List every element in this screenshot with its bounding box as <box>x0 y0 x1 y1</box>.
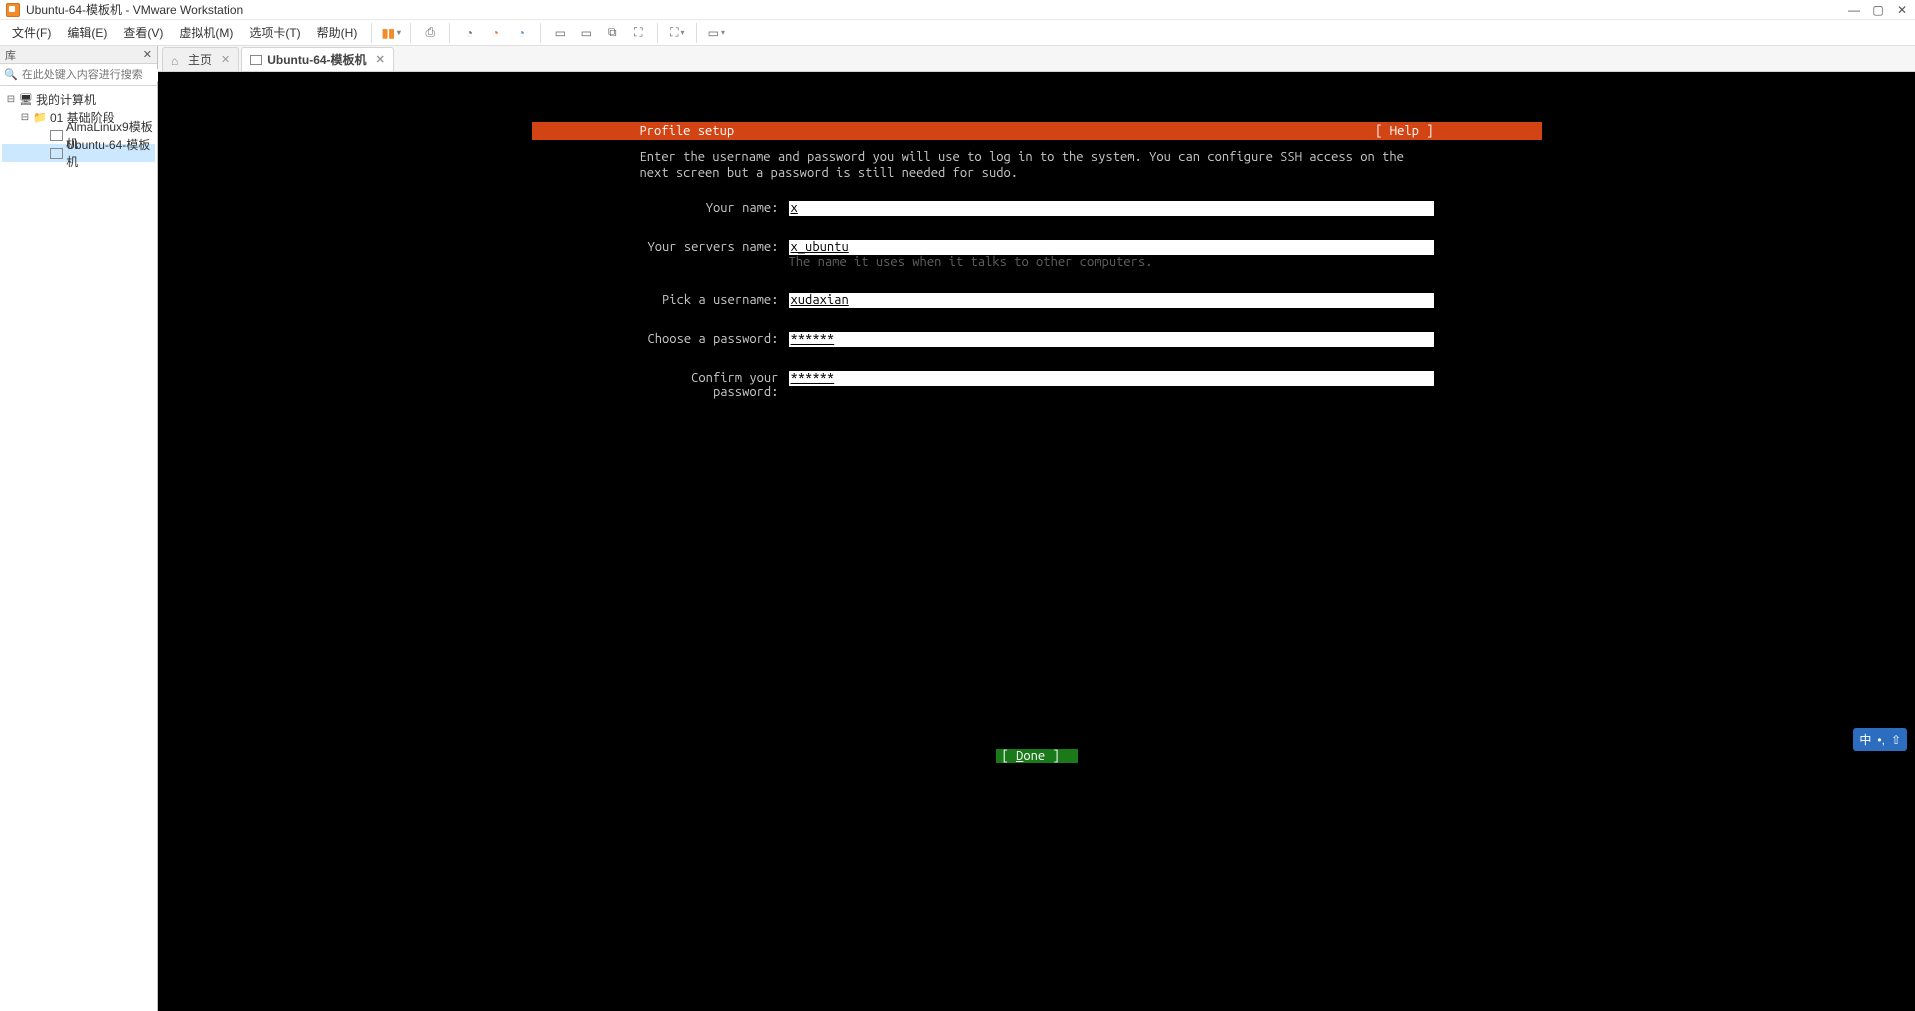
menu-tabs[interactable]: 选项卡(T) <box>241 21 308 44</box>
installer-header: Profile setup [ Help ] <box>532 122 1542 140</box>
menu-vm[interactable]: 虚拟机(M) <box>171 21 241 44</box>
vm-console[interactable]: Profile setup [ Help ] Enter the usernam… <box>158 72 1915 1011</box>
home-icon <box>171 54 183 66</box>
tree-vm-label: Ubuntu-64-模板机 <box>66 136 155 170</box>
screenshot-icon[interactable]: ▭▾ <box>705 22 727 44</box>
maximize-button[interactable]: ▢ <box>1871 3 1885 17</box>
input-username[interactable]: xudaxian <box>789 293 1434 308</box>
label-password: Choose a password: <box>640 332 789 346</box>
tree-root-my-computer[interactable]: ⊟ 我的计算机 <box>2 90 155 108</box>
titlebar: Ubuntu-64-模板机 - VMware Workstation — ▢ ✕ <box>0 0 1915 20</box>
vmware-app-icon <box>6 3 20 17</box>
snapshot-manager-icon[interactable]: ◔ <box>510 22 532 44</box>
library-title: 库 <box>5 47 16 63</box>
label-confirm-password: Confirm your password: <box>640 371 789 399</box>
search-icon: 🔍 <box>4 68 18 81</box>
vm-icon <box>50 128 63 142</box>
vm-icon <box>250 54 262 66</box>
ime-lang: 中 <box>1859 731 1871 748</box>
ime-indicator[interactable]: 中 •, ⇧ <box>1853 728 1907 751</box>
input-password[interactable]: ****** <box>789 332 1434 347</box>
library-header: 库 ✕ <box>0 46 157 64</box>
tab-home[interactable]: 主页 ✕ <box>162 47 239 71</box>
help-button[interactable]: [ Help ] <box>1375 124 1433 138</box>
view-fullscreen-icon[interactable]: ⛶ <box>627 22 649 44</box>
content-panel: 主页 ✕ Ubuntu-64-模板机 ✕ Profile setup [ Hel… <box>158 46 1915 1011</box>
label-your-name: Your name: <box>640 201 789 215</box>
ime-shift-icon: ⇧ <box>1891 733 1901 747</box>
folder-icon <box>33 110 47 124</box>
tree-vm-ubuntu[interactable]: Ubuntu-64-模板机 <box>2 144 155 162</box>
window-title: Ubuntu-64-模板机 - VMware Workstation <box>26 1 243 18</box>
installer-title: Profile setup <box>640 124 735 138</box>
library-close-icon[interactable]: ✕ <box>143 48 152 61</box>
input-server-name[interactable]: x_ubuntu <box>789 240 1434 255</box>
minimize-button[interactable]: — <box>1847 3 1861 17</box>
send-ctrl-alt-del-icon[interactable]: ⎙ <box>419 22 441 44</box>
library-sidebar: 库 ✕ 🔍 ▼ ⊟ 我的计算机 ⊟ 01 基础阶段 AlmaLinux9模板机 <box>0 46 158 1011</box>
computer-icon <box>19 92 33 106</box>
installer-description: Enter the username and password you will… <box>640 150 1434 181</box>
label-username: Pick a username: <box>640 293 789 307</box>
vm-icon <box>50 146 63 160</box>
tab-ubuntu-vm[interactable]: Ubuntu-64-模板机 ✕ <box>241 47 394 71</box>
ime-punct: •, <box>1877 733 1885 747</box>
view-thumbnail-icon[interactable]: ▭ <box>575 22 597 44</box>
menu-help[interactable]: 帮助(H) <box>309 21 366 44</box>
pause-button[interactable]: ▮▮▾ <box>380 22 402 44</box>
menubar: 文件(F) 编辑(E) 查看(V) 虚拟机(M) 选项卡(T) 帮助(H) ▮▮… <box>0 20 1915 46</box>
library-tree: ⊟ 我的计算机 ⊟ 01 基础阶段 AlmaLinux9模板机 Ubuntu-6… <box>0 86 157 166</box>
tab-close-icon[interactable]: ✕ <box>221 53 230 66</box>
view-single-icon[interactable]: ▭ <box>549 22 571 44</box>
done-button[interactable]: [ Done ] <box>996 749 1078 763</box>
input-confirm-password[interactable]: ****** <box>789 371 1434 386</box>
ubuntu-installer: Profile setup [ Help ] Enter the usernam… <box>532 122 1542 763</box>
snapshot-take-icon[interactable]: ◔ <box>458 22 480 44</box>
tab-active-label: Ubuntu-64-模板机 <box>267 51 366 68</box>
view-unity-icon[interactable]: ⧉ <box>601 22 623 44</box>
close-button[interactable]: ✕ <box>1895 3 1909 17</box>
search-input[interactable] <box>22 69 164 81</box>
tab-home-label: 主页 <box>188 51 212 68</box>
input-your-name[interactable]: x <box>789 201 1434 216</box>
hint-server-name: The name it uses when it talks to other … <box>789 255 1434 269</box>
tree-root-label: 我的计算机 <box>36 91 96 108</box>
menu-view[interactable]: 查看(V) <box>115 21 171 44</box>
menu-file[interactable]: 文件(F) <box>4 21 59 44</box>
snapshot-revert-icon[interactable]: ◔ <box>484 22 506 44</box>
library-search[interactable]: 🔍 ▼ <box>0 64 157 86</box>
stretch-icon[interactable]: ⛶▾ <box>666 22 688 44</box>
tab-strip: 主页 ✕ Ubuntu-64-模板机 ✕ <box>158 46 1915 72</box>
menu-edit[interactable]: 编辑(E) <box>59 21 115 44</box>
tab-close-icon[interactable]: ✕ <box>376 53 385 66</box>
label-server-name: Your servers name: <box>640 240 789 254</box>
